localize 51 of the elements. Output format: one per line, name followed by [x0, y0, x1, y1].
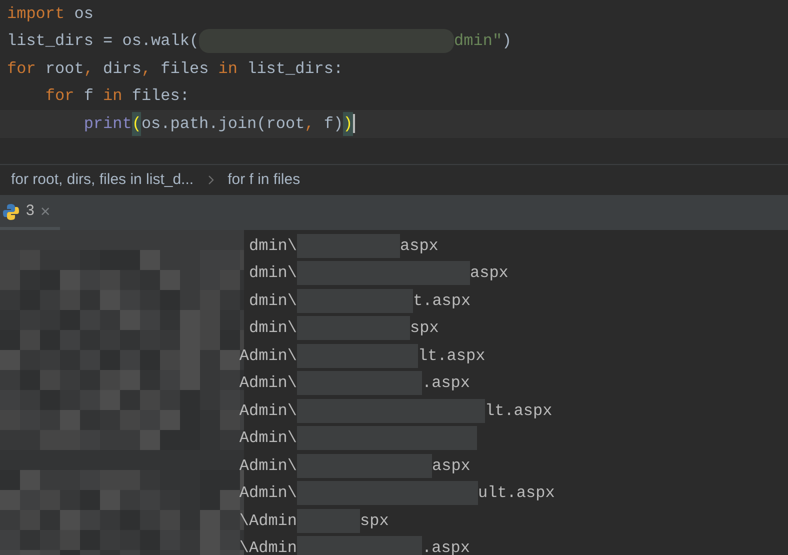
output-text: dmin\ — [248, 236, 297, 257]
code-token: f) — [322, 114, 344, 135]
output-text: aspx — [432, 456, 470, 477]
code-token: dirs — [102, 58, 142, 80]
output-text: dmin\ — [248, 263, 297, 284]
output-text: \Admin — [239, 510, 297, 532]
output-text: Admin\ — [239, 373, 297, 394]
code-token: for — [44, 86, 74, 108]
code-token: ) — [343, 112, 353, 136]
text-cursor — [352, 114, 355, 134]
breadcrumb-item[interactable]: for f in files — [228, 168, 300, 192]
code-token: dmin" — [454, 31, 502, 52]
code-token: , — [84, 58, 94, 80]
code-token: , — [304, 114, 314, 135]
output-text: \Admin — [239, 538, 297, 555]
code-token: ) — [502, 31, 512, 52]
output-text: t.aspx — [413, 290, 471, 312]
output-text: Admin\ — [239, 428, 297, 450]
code-token: in — [218, 58, 238, 80]
output-text: Admin\ — [239, 346, 297, 367]
code-token: for — [7, 58, 36, 80]
code-token: files — [160, 58, 210, 80]
output-text: spx — [410, 318, 439, 340]
code-token: files: — [130, 86, 190, 108]
code-token: print — [82, 114, 132, 135]
chevron-icon — [208, 175, 214, 185]
output-text: aspx — [470, 263, 508, 284]
code-token: os — [73, 4, 94, 25]
code-token: in — [103, 86, 122, 108]
tab-label: 3 — [26, 201, 34, 222]
code-token: f — [82, 86, 94, 108]
breadcrumb-item[interactable]: for root, dirs, files in list_d... — [11, 168, 194, 192]
output-text: dmin\ — [248, 318, 297, 340]
code-token: os.path.join(root — [141, 114, 305, 135]
code-token: list_dirs = os.walk( — [7, 31, 200, 52]
code-token: ( — [132, 112, 142, 136]
code-token: import — [7, 4, 65, 25]
output-text: lt.aspx — [418, 346, 486, 367]
output-text: .aspx — [422, 373, 470, 394]
output-text: ult.aspx — [478, 483, 555, 504]
output-text: Admin\ — [239, 483, 297, 504]
code-token: list_dirs: — [246, 58, 344, 80]
output-text: Admin\ — [239, 400, 297, 422]
output-text: lt.aspx — [485, 400, 552, 422]
output-text: dmin\ — [248, 290, 297, 312]
output-text: spx — [360, 510, 389, 532]
output-text: aspx — [400, 236, 438, 257]
code-token: root — [44, 58, 84, 80]
code-token: , — [141, 58, 152, 80]
python-icon — [2, 202, 20, 220]
output-text: Admin\ — [239, 456, 297, 477]
